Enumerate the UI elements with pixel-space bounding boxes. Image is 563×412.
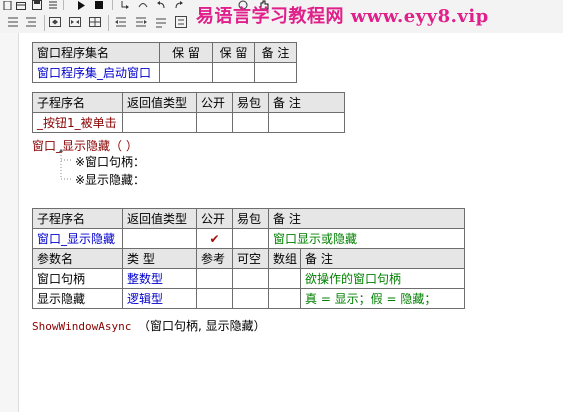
stop-icon[interactable] [94, 0, 104, 10]
subroutine-name-cell[interactable]: _按钮1_被单击 [32, 112, 123, 133]
table-cell[interactable] [232, 288, 269, 309]
param-name-cell[interactable]: 窗口句柄 [32, 268, 123, 289]
header-cell: 公开 [196, 208, 233, 229]
list-icon[interactable] [48, 0, 58, 10]
step-over-icon[interactable] [138, 0, 148, 10]
table-cell[interactable] [196, 112, 233, 133]
grid-icon[interactable] [88, 15, 102, 29]
table-cell[interactable] [196, 268, 233, 289]
open-icon[interactable] [16, 0, 26, 10]
header-cell: 参数名 [32, 248, 123, 269]
undo-icon[interactable] [156, 0, 166, 10]
table-cell[interactable] [232, 268, 269, 289]
header-cell: 返回值类型 [122, 92, 197, 113]
subroutine-table-2: 子程序名 返回值类型 公开 易包 备 注 窗口_显示隐藏 ✔ 窗口显示或隐藏 参… [32, 208, 466, 309]
param-remark-cell[interactable]: 真 = 显示；假 = 隐藏； [299, 288, 466, 309]
table-cell[interactable] [268, 268, 301, 289]
header-cell: 子程序名 [32, 208, 123, 229]
collapse-icon[interactable] [68, 15, 82, 29]
header-cell: 易包 [232, 92, 269, 113]
new-icon[interactable] [2, 0, 12, 10]
api-call-args: （窗口句柄, 显示隐藏） [137, 319, 266, 333]
call-param-line[interactable]: ※显示隐藏： [75, 171, 145, 188]
param-type-cell[interactable]: 逻辑型 [122, 288, 197, 309]
code-editor[interactable]: 窗口程序集名 保 留 保 留 备 注 窗口程序集_启动窗口 子程序名 返回值类型… [19, 33, 563, 412]
param-name-cell[interactable]: 显示隐藏 [32, 288, 123, 309]
param-row[interactable]: 窗口句柄 整数型 欲操作的窗口句柄 [32, 268, 466, 289]
header-cell: 数组 [268, 248, 301, 269]
table-row[interactable]: _按钮1_被单击 [32, 112, 345, 133]
comment-icon[interactable] [154, 15, 168, 29]
table-cell[interactable] [254, 62, 297, 83]
header-cell: 可空 [232, 248, 269, 269]
param-type-cell[interactable]: 整数型 [122, 268, 197, 289]
table-cell[interactable] [212, 62, 255, 83]
table-cell[interactable] [122, 228, 197, 249]
param-row[interactable]: 显示隐藏 逻辑型 真 = 显示；假 = 隐藏； [32, 288, 466, 309]
header-cell: 备 注 [268, 92, 345, 113]
param-remark-cell[interactable]: 欲操作的窗口句柄 [299, 268, 466, 289]
api-call-line[interactable]: ShowWindowAsync （窗口句柄, 显示隐藏） [32, 317, 266, 334]
header-cell: 保 留 [212, 42, 255, 63]
table-header-row: 子程序名 返回值类型 公开 易包 备 注 [32, 208, 466, 229]
assembly-name-cell[interactable]: 窗口程序集_启动窗口 [32, 62, 160, 83]
expand-icon[interactable] [48, 15, 62, 29]
assembly-table: 窗口程序集名 保 留 保 留 备 注 窗口程序集_启动窗口 [32, 42, 297, 83]
header-cell: 窗口程序集名 [32, 42, 160, 63]
align-icon[interactable] [24, 15, 38, 29]
table-row[interactable]: 窗口_显示隐藏 ✔ 窗口显示或隐藏 [32, 228, 466, 249]
header-cell: 类 型 [122, 248, 197, 269]
save-icon[interactable] [32, 0, 42, 10]
function-call-line[interactable]: 窗口_显示隐藏（ ） [32, 137, 138, 154]
subroutine-table-1: 子程序名 返回值类型 公开 易包 备 注 _按钮1_被单击 [32, 92, 345, 133]
call-param-line[interactable]: ※窗口句柄： [75, 153, 145, 170]
checkmark-icon: ✔ [209, 231, 220, 246]
table-cell[interactable] [196, 288, 233, 309]
param-header-row: 参数名 类 型 参考 可空 数组 备 注 [32, 248, 466, 269]
table-cell[interactable] [268, 112, 345, 133]
header-cell: 子程序名 [32, 92, 123, 113]
header-cell: 备 注 [267, 208, 466, 229]
redo-icon[interactable] [174, 0, 184, 10]
subroutine-name-cell[interactable]: 窗口_显示隐藏 [32, 228, 123, 249]
param-icon[interactable] [174, 15, 188, 29]
watermark-text: 易语言学习教程网 www.eyy8.vip [196, 6, 489, 27]
toolbar: 易语言学习教程网 www.eyy8.vip [0, 0, 563, 33]
table-header-row: 窗口程序集名 保 留 保 留 备 注 [32, 42, 297, 63]
header-cell: 公开 [196, 92, 233, 113]
table-cell[interactable] [268, 288, 301, 309]
table-cell[interactable] [232, 112, 269, 133]
header-cell: 备 注 [254, 42, 297, 63]
remark-cell[interactable]: 窗口显示或隐藏 [267, 228, 466, 249]
indent-icon[interactable] [134, 15, 148, 29]
table-header-row: 子程序名 返回值类型 公开 易包 备 注 [32, 92, 345, 113]
header-cell: 备 注 [299, 248, 466, 269]
header-cell: 参考 [196, 248, 233, 269]
header-cell: 保 留 [159, 42, 213, 63]
outdent-icon[interactable] [114, 15, 128, 29]
table-cell[interactable] [232, 228, 269, 249]
param-tree-lines [59, 149, 71, 180]
left-gutter [0, 33, 19, 412]
step-into-icon[interactable] [120, 0, 130, 10]
format-icon[interactable] [6, 15, 20, 29]
api-function-name: ShowWindowAsync [32, 320, 132, 333]
run-icon[interactable] [76, 0, 86, 10]
header-cell: 易包 [232, 208, 269, 229]
header-cell: 返回值类型 [122, 208, 197, 229]
table-cell[interactable] [122, 112, 197, 133]
table-row[interactable]: 窗口程序集_启动窗口 [32, 62, 297, 83]
table-cell[interactable] [159, 62, 213, 83]
public-check-cell[interactable]: ✔ [196, 228, 233, 249]
